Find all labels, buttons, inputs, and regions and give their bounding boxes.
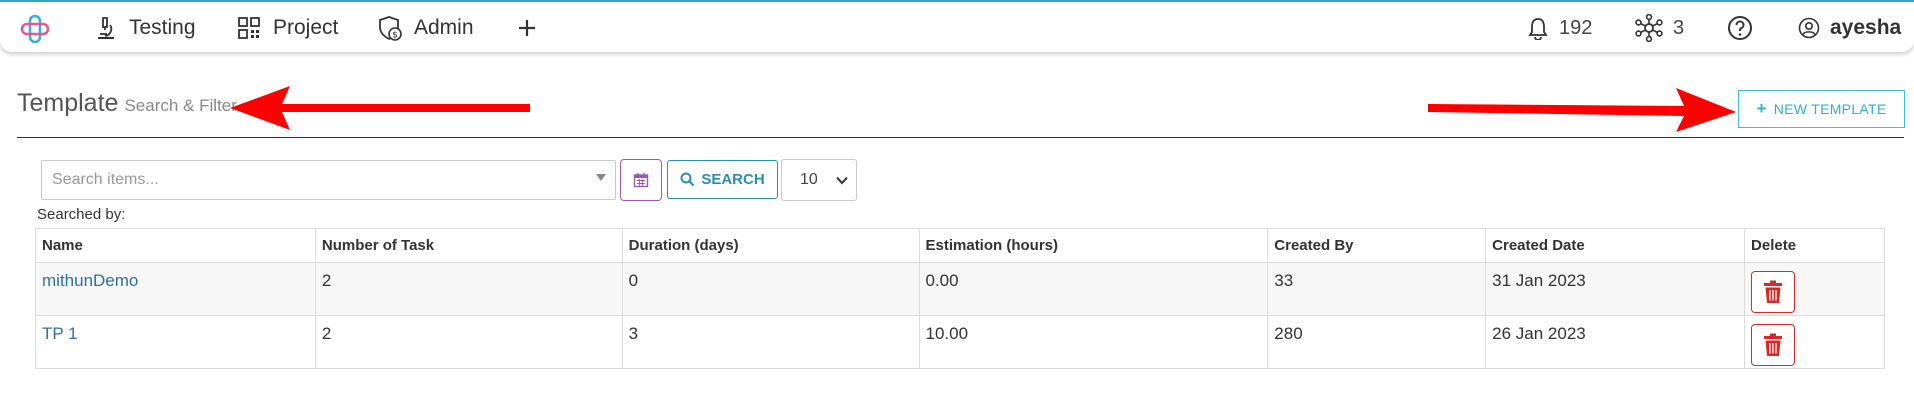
search-input[interactable]: Search items... (41, 160, 616, 200)
user-name: ayesha (1830, 16, 1902, 39)
svg-text:$: $ (392, 31, 398, 41)
nav-item-admin[interactable]: $ Admin (378, 14, 474, 42)
qr-grid-icon (238, 17, 260, 39)
trash-icon (1764, 333, 1783, 356)
duration-cell: 0 (621, 262, 920, 316)
new-template-label: NEW TEMPLATE (1773, 101, 1887, 117)
app-logo-icon[interactable] (20, 14, 50, 44)
search-icon (680, 172, 695, 187)
column-header-tasks[interactable]: Number of Task (314, 228, 623, 263)
delete-cell (1744, 262, 1885, 316)
trash-icon (1764, 280, 1783, 303)
created-date-cell: 31 Jan 2023 (1485, 262, 1746, 316)
nav-item-label: Admin (414, 16, 474, 39)
header-divider (17, 137, 1904, 138)
calendar-icon (633, 173, 649, 188)
page-size-value: 10 (800, 171, 818, 188)
help-button[interactable] (1727, 14, 1763, 42)
column-header-duration[interactable]: Duration (days) (621, 228, 920, 263)
plus-icon: + (1756, 99, 1767, 118)
network-button[interactable]: 3 (1635, 14, 1684, 42)
nav-item-project[interactable]: Project (237, 14, 338, 42)
nav-item-testing[interactable]: Testing (95, 14, 196, 42)
user-menu[interactable]: ayesha (1798, 14, 1901, 42)
page-title: Template Search & Filter (17, 89, 237, 118)
microscope-icon (98, 17, 114, 39)
created-date-cell: 26 Jan 2023 (1485, 315, 1746, 369)
page-title-text: Template (17, 89, 119, 117)
task-count-cell: 2 (314, 262, 623, 316)
nav-item-label: Testing (129, 16, 196, 39)
nav-item-label: Project (273, 16, 339, 39)
search-button-label: SEARCH (701, 171, 765, 188)
annotation-arrow-left (230, 86, 530, 130)
column-header-created-date[interactable]: Created Date (1485, 228, 1746, 263)
shield-dollar-icon: $ (379, 16, 402, 41)
estimation-cell: 10.00 (918, 315, 1269, 369)
searched-by-label: Searched by: (37, 206, 126, 223)
search-placeholder: Search items... (52, 171, 159, 188)
search-button[interactable]: SEARCH (667, 160, 778, 199)
delete-cell (1744, 315, 1885, 369)
page-subtitle: Search & Filter (124, 96, 237, 115)
add-nav-button[interactable] (517, 14, 549, 42)
created-by-cell: 280 (1267, 315, 1487, 369)
task-count-cell: 2 (314, 315, 623, 369)
chevron-down-icon (836, 176, 848, 185)
template-name-link[interactable]: TP 1 (35, 315, 316, 369)
help-icon (1728, 16, 1752, 40)
page-size-select[interactable]: 10 (781, 159, 857, 201)
new-template-button[interactable]: + NEW TEMPLATE (1738, 90, 1905, 128)
column-header-delete: Delete (1744, 228, 1885, 263)
network-count: 3 (1673, 16, 1685, 39)
table-row: TP 1 2 3 10.00 280 26 Jan 2023 (35, 315, 1885, 369)
chevron-down-icon[interactable] (596, 174, 606, 181)
notifications-button[interactable]: 192 (1527, 14, 1592, 42)
estimation-cell: 0.00 (918, 262, 1269, 316)
column-header-name[interactable]: Name (35, 228, 316, 263)
bell-icon (1528, 18, 1548, 40)
top-navbar: Testing Project $ Admin 192 3 ayesha (0, 0, 1914, 52)
column-header-created-by[interactable]: Created By (1267, 228, 1487, 263)
table-row: mithunDemo 2 0 0.00 33 31 Jan 2023 (35, 262, 1885, 316)
annotation-arrow-right (1428, 88, 1736, 132)
plus-icon (519, 20, 535, 36)
date-filter-button[interactable] (620, 159, 662, 201)
template-name-link[interactable]: mithunDemo (35, 262, 316, 316)
notifications-count: 192 (1559, 16, 1593, 39)
network-icon (1635, 14, 1663, 42)
duration-cell: 3 (621, 315, 920, 369)
user-circle-icon (1798, 17, 1820, 39)
delete-button[interactable] (1751, 324, 1796, 366)
column-header-estimation[interactable]: Estimation (hours) (918, 228, 1269, 263)
delete-button[interactable] (1751, 271, 1796, 313)
table-header-row: Name Number of Task Duration (days) Esti… (35, 228, 1885, 263)
template-table: Name Number of Task Duration (days) Esti… (35, 228, 1885, 369)
created-by-cell: 33 (1267, 262, 1487, 316)
